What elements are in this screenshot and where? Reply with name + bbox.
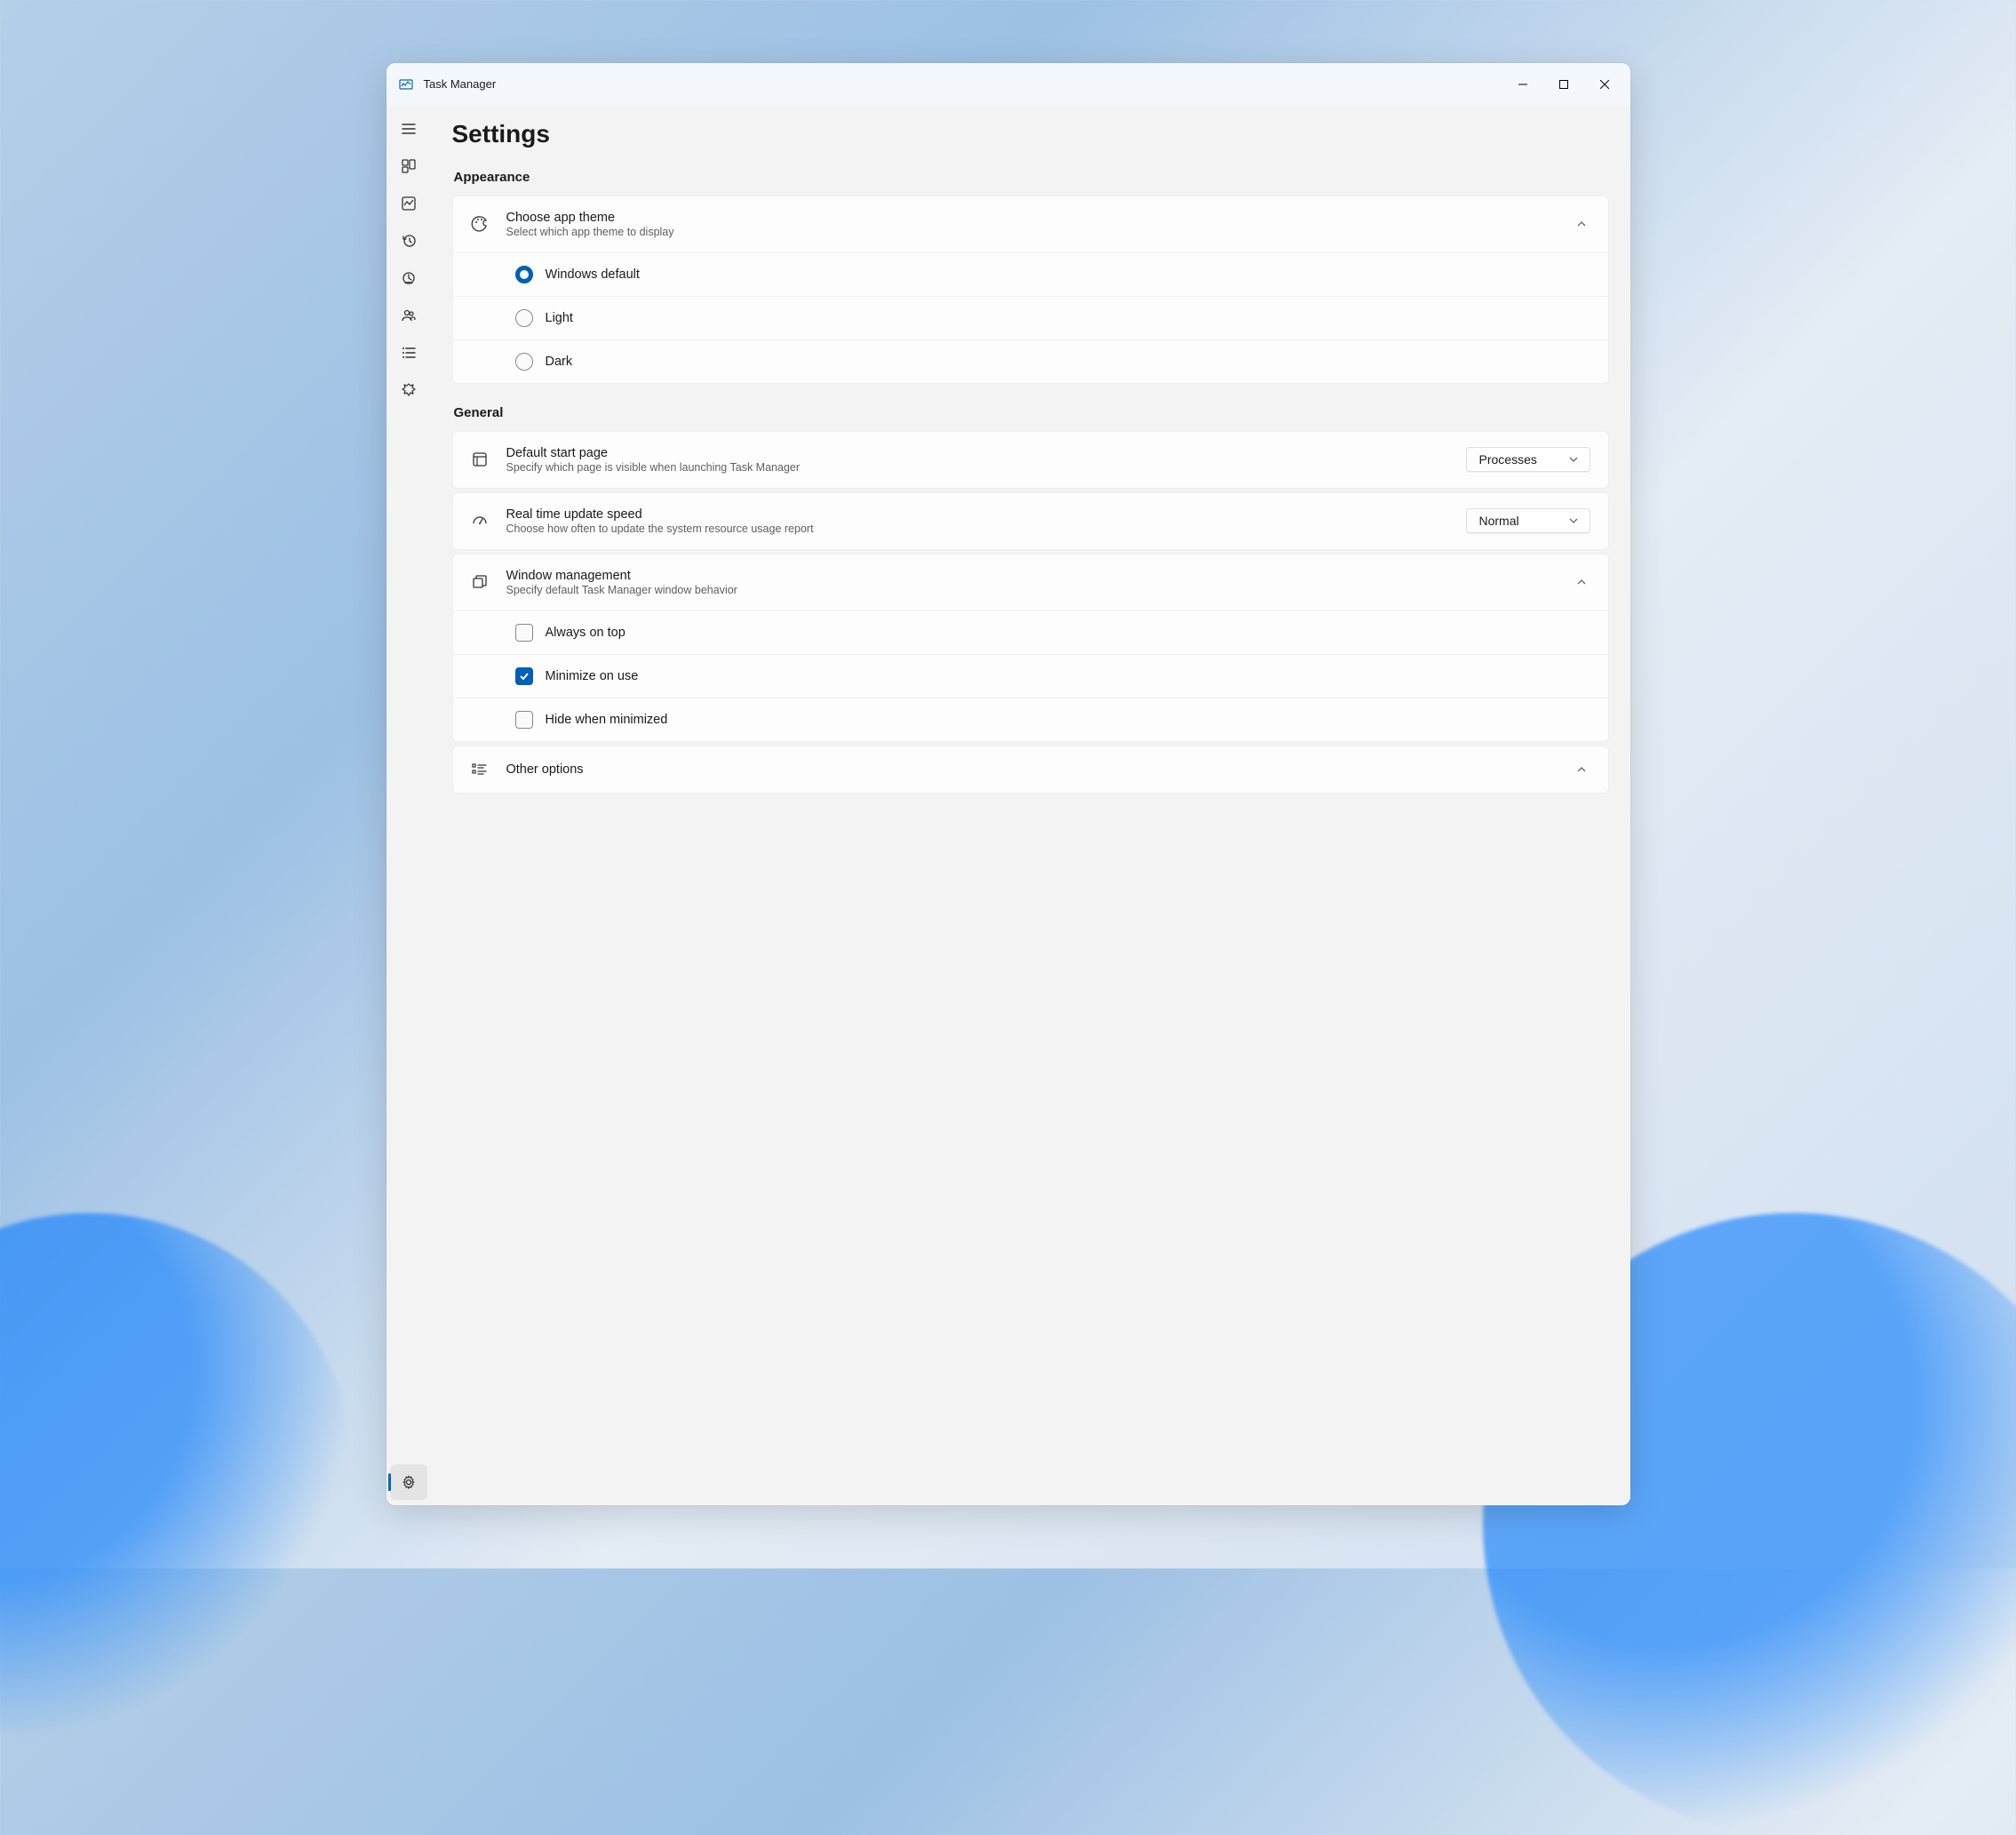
update-speed-dropdown[interactable]: Normal bbox=[1466, 508, 1590, 533]
nav-performance[interactable] bbox=[390, 186, 427, 221]
palette-icon bbox=[471, 215, 489, 233]
content-area: Settings Appearance Choose app theme Sel… bbox=[431, 106, 1630, 1506]
chevron-down-icon bbox=[1568, 515, 1579, 526]
section-general: General Default start page Specify which… bbox=[452, 405, 1609, 794]
start-page-subtitle: Specify which page is visible when launc… bbox=[506, 461, 1448, 474]
titlebar: Task Manager bbox=[386, 63, 1630, 106]
card-other-options: Other options bbox=[452, 746, 1609, 794]
nav-services[interactable] bbox=[390, 372, 427, 408]
update-speed-title: Real time update speed bbox=[506, 507, 1448, 522]
card-other-header[interactable]: Other options bbox=[453, 746, 1608, 793]
checkbox-icon bbox=[515, 624, 533, 642]
always-on-top-label: Always on top bbox=[546, 626, 626, 640]
theme-option-default[interactable]: Windows default bbox=[453, 252, 1608, 296]
theme-title: Choose app theme bbox=[506, 211, 1558, 225]
checkbox-icon bbox=[515, 667, 533, 685]
option-minimize-on-use[interactable]: Minimize on use bbox=[453, 654, 1608, 698]
app-icon bbox=[399, 77, 413, 92]
checkbox-icon bbox=[515, 711, 533, 729]
hide-when-minimized-label: Hide when minimized bbox=[546, 713, 668, 727]
window-mgmt-subtitle: Specify default Task Manager window beha… bbox=[506, 584, 1558, 596]
theme-option-dark[interactable]: Dark bbox=[453, 339, 1608, 383]
start-page-value: Processes bbox=[1479, 452, 1537, 467]
nav-users[interactable] bbox=[390, 298, 427, 333]
list-icon bbox=[471, 761, 489, 778]
nav-startup-apps[interactable] bbox=[390, 260, 427, 296]
chevron-down-icon bbox=[1568, 454, 1579, 465]
card-update-speed-header: Real time update speed Choose how often … bbox=[453, 493, 1608, 549]
card-start-page-header: Default start page Specify which page is… bbox=[453, 432, 1608, 488]
section-appearance: Appearance Choose app theme Select which… bbox=[452, 170, 1609, 384]
nav-settings[interactable] bbox=[390, 1464, 427, 1500]
theme-subtitle: Select which app theme to display bbox=[506, 226, 1558, 238]
other-options-title: Other options bbox=[506, 762, 1558, 777]
update-speed-value: Normal bbox=[1479, 514, 1519, 528]
nav-app-history[interactable] bbox=[390, 223, 427, 259]
chevron-up-icon bbox=[1576, 764, 1590, 775]
theme-option-default-label: Windows default bbox=[546, 267, 640, 282]
nav-processes[interactable] bbox=[390, 148, 427, 184]
chevron-up-icon bbox=[1576, 219, 1590, 229]
general-label: General bbox=[454, 405, 1609, 420]
start-page-title: Default start page bbox=[506, 446, 1448, 460]
card-theme-header[interactable]: Choose app theme Select which app theme … bbox=[453, 196, 1608, 252]
card-window-management: Window management Specify default Task M… bbox=[452, 554, 1609, 742]
start-page-dropdown[interactable]: Processes bbox=[1466, 447, 1590, 472]
option-always-on-top[interactable]: Always on top bbox=[453, 610, 1608, 654]
minimize-button[interactable] bbox=[1502, 70, 1543, 99]
app-title: Task Manager bbox=[424, 77, 497, 91]
theme-option-dark-label: Dark bbox=[546, 355, 573, 369]
update-speed-subtitle: Choose how often to update the system re… bbox=[506, 523, 1448, 535]
radio-icon bbox=[515, 266, 533, 283]
page-icon bbox=[471, 451, 489, 468]
page-title: Settings bbox=[452, 106, 1609, 166]
option-hide-when-minimized[interactable]: Hide when minimized bbox=[453, 698, 1608, 741]
theme-option-light-label: Light bbox=[546, 311, 573, 325]
minimize-on-use-label: Minimize on use bbox=[546, 669, 639, 683]
card-theme: Choose app theme Select which app theme … bbox=[452, 195, 1609, 384]
window-mgmt-title: Window management bbox=[506, 569, 1558, 583]
card-update-speed: Real time update speed Choose how often … bbox=[452, 492, 1609, 550]
chevron-up-icon bbox=[1576, 577, 1590, 587]
app-window: Task Manager bbox=[386, 63, 1630, 1506]
maximize-button[interactable] bbox=[1543, 70, 1584, 99]
card-default-start-page: Default start page Specify which page is… bbox=[452, 431, 1609, 489]
theme-option-light[interactable]: Light bbox=[453, 296, 1608, 339]
speed-icon bbox=[471, 512, 489, 530]
card-window-mgmt-header[interactable]: Window management Specify default Task M… bbox=[453, 554, 1608, 610]
windows-icon bbox=[471, 573, 489, 591]
appearance-label: Appearance bbox=[454, 170, 1609, 185]
close-button[interactable] bbox=[1584, 70, 1625, 99]
window-controls bbox=[1502, 70, 1625, 99]
radio-icon bbox=[515, 309, 533, 327]
nav-details[interactable] bbox=[390, 335, 427, 371]
sidebar bbox=[386, 106, 431, 1506]
radio-icon bbox=[515, 353, 533, 371]
nav-menu-toggle[interactable] bbox=[390, 111, 427, 147]
